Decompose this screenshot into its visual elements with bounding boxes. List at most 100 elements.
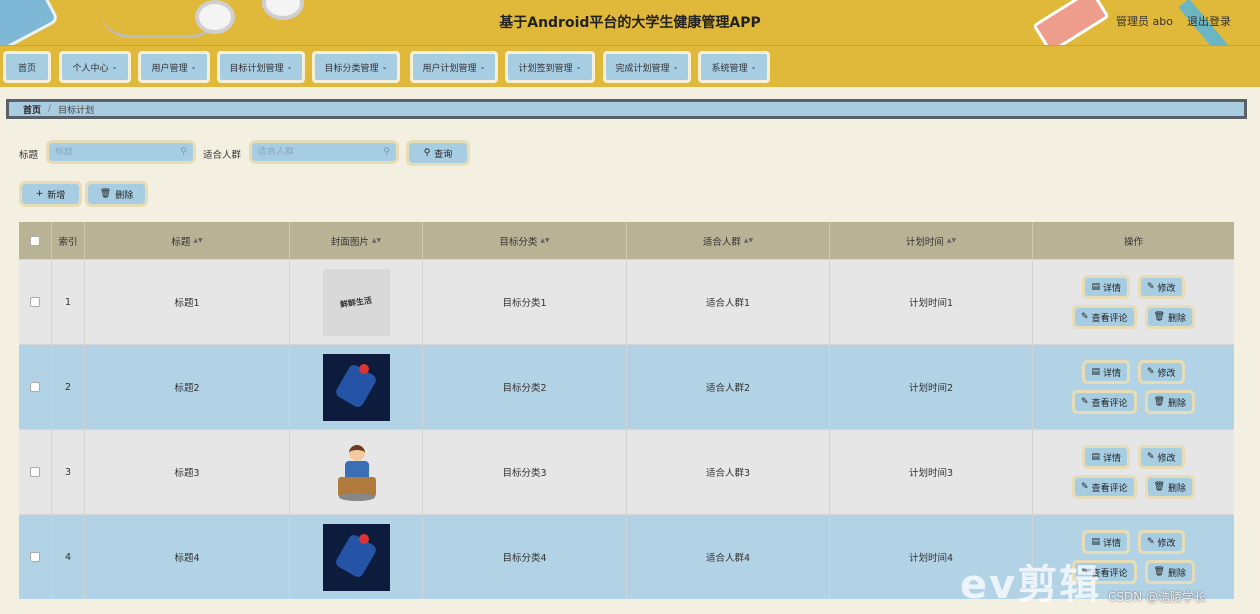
breadcrumb-current: 目标计划 (58, 105, 95, 116)
batch-delete-button[interactable]: 🗑 删除 (85, 181, 148, 207)
app-title: 基于Android平台的大学生健康管理APP (499, 15, 761, 31)
cell-index: 3 (52, 430, 85, 514)
breadcrumb: 首页 / 目标计划 (6, 99, 1247, 119)
header-actions: 操作 (1123, 236, 1143, 248)
header-category[interactable]: 目标分类 ▲▼ (423, 222, 627, 259)
view-comments-button[interactable]: ✎ 查看评论 (1071, 475, 1137, 499)
crowd-search-label: 适合人群 (203, 150, 242, 161)
detail-button[interactable]: ▤ 详情 (1082, 445, 1130, 469)
header-title[interactable]: 标题 ▲▼ (85, 222, 290, 259)
row-checkbox[interactable] (30, 297, 40, 307)
detail-button[interactable]: ▤ 详情 (1082, 275, 1130, 299)
table-row: 1 标题1 鲜鲜生活 目标分类1 适合人群1 计划时间1 ▤ 详情 ✎ 修改 ✎ 查看… (19, 259, 1234, 344)
cell-title: 标题2 (85, 345, 290, 429)
main-nav: 首页 个人中心 ⌄ 用户管理 ⌄ 目标计划管理 ⌄ 目标分类管理 ⌄ 用户计划管理 ⌄ 计… (0, 45, 1260, 87)
row-checkbox[interactable] (30, 552, 40, 562)
pencil-icon: ✎ (1146, 452, 1155, 462)
header-index: 索引 (52, 222, 85, 259)
table-row: 2 标题2 目标分类2 适合人群2 计划时间2 ▤ 详情 ✎ 修改 ✎ 查看评论 🗑 删… (19, 344, 1234, 429)
breadcrumb-separator: / (48, 104, 52, 114)
cell-crowd: 适合人群3 (627, 430, 830, 514)
header-crowd[interactable]: 适合人群 ▲▼ (627, 222, 830, 259)
header-time[interactable]: 计划时间 ▲▼ (830, 222, 1033, 259)
cell-index: 2 (52, 345, 85, 429)
chevron-down-icon: ⌄ (381, 63, 388, 71)
cell-time: 计划时间1 (830, 260, 1033, 344)
nav-item-goal-plan-management[interactable]: 目标计划管理 ⌄ (217, 51, 305, 83)
nav-item-completed-plan-management[interactable]: 完成计划管理 ⌄ (603, 51, 691, 83)
select-all-checkbox[interactable] (30, 235, 40, 246)
chevron-down-icon: ⌄ (672, 63, 679, 71)
nav-item-personal-center[interactable]: 个人中心 ⌄ (59, 51, 131, 83)
nav-item-system-management[interactable]: 系统管理 ⌄ (698, 51, 770, 83)
cell-category: 目标分类1 (423, 260, 627, 344)
chevron-down-icon: ⌄ (111, 63, 118, 71)
cover-image (323, 439, 390, 506)
goal-plan-table: 索引 标题 ▲▼ 封面图片 ▲▼ 目标分类 ▲▼ 适合人群 ▲▼ 计划时间 ▲▼ 操作 1… (19, 222, 1234, 599)
view-comments-button[interactable]: ✎ 查看评论 (1071, 390, 1137, 414)
title-search-input[interactable] (55, 147, 165, 157)
add-button[interactable]: + 新增 (19, 181, 82, 207)
edit-button[interactable]: ✎ 修改 (1137, 445, 1185, 469)
delete-button[interactable]: 🗑 删除 (1144, 560, 1195, 584)
chevron-down-icon: ⌄ (750, 63, 757, 71)
logout-link[interactable]: 退出登录 (1187, 13, 1231, 29)
delete-button[interactable]: 🗑 删除 (1144, 305, 1195, 329)
chevron-down-icon: ⌄ (190, 63, 197, 71)
nav-item-home[interactable]: 首页 (3, 51, 51, 83)
nav-item-user-plan-management[interactable]: 用户计划管理 ⌄ (410, 51, 498, 83)
chevron-down-icon: ⌄ (286, 63, 293, 71)
cell-category: 目标分类3 (423, 430, 627, 514)
app-header: 基于Android平台的大学生健康管理APP 管理员 abo 退出登录 (0, 0, 1260, 45)
sort-icon: ▲▼ (371, 237, 382, 244)
nav-item-goal-category-management[interactable]: 目标分类管理 ⌄ (312, 51, 400, 83)
trash-icon: 🗑 (1153, 397, 1165, 407)
sort-icon: ▲▼ (743, 237, 754, 244)
crowd-search-input[interactable] (258, 147, 368, 157)
detail-button[interactable]: ▤ 详情 (1082, 530, 1130, 554)
document-icon: ▤ (1091, 537, 1100, 547)
cell-title: 标题3 (85, 430, 290, 514)
edit-button[interactable]: ✎ 修改 (1137, 530, 1185, 554)
row-checkbox[interactable] (30, 382, 40, 392)
edit-button[interactable]: ✎ 修改 (1137, 275, 1185, 299)
table-row: 3 标题3 目标分类3 适合人群3 计划时间3 ▤ 详情 ✎ 修改 ✎ 查看评论 🗑 删… (19, 429, 1234, 514)
plus-icon: + (35, 189, 44, 199)
query-button[interactable]: ⚲ 查询 (406, 140, 470, 166)
delete-button[interactable]: 🗑 删除 (1144, 475, 1195, 499)
view-comments-button[interactable]: ✎ 查看评论 (1071, 305, 1137, 329)
document-icon: ▤ (1091, 282, 1100, 292)
cell-category: 目标分类4 (423, 515, 627, 599)
pencil-icon: ✎ (1080, 312, 1089, 322)
search-icon: ⚲ (180, 147, 187, 157)
cell-title: 标题4 (85, 515, 290, 599)
search-icon: ⚲ (423, 148, 431, 158)
edit-button[interactable]: ✎ 修改 (1137, 360, 1185, 384)
nav-item-user-management[interactable]: 用户管理 ⌄ (138, 51, 210, 83)
cell-index: 4 (52, 515, 85, 599)
detail-button[interactable]: ▤ 详情 (1082, 360, 1130, 384)
trash-icon: 🗑 (1153, 482, 1165, 492)
row-checkbox[interactable] (30, 467, 40, 477)
pencil-icon: ✎ (1080, 397, 1089, 407)
trash-icon: 🗑 (1153, 312, 1165, 322)
cell-category: 目标分类2 (423, 345, 627, 429)
cell-crowd: 适合人群1 (627, 260, 830, 344)
cell-time: 计划时间2 (830, 345, 1033, 429)
search-icon: ⚲ (383, 147, 390, 157)
cell-title: 标题1 (85, 260, 290, 344)
cover-image (322, 353, 390, 421)
header-cover[interactable]: 封面图片 ▲▼ (290, 222, 423, 259)
breadcrumb-home[interactable]: 首页 (23, 103, 41, 116)
sort-icon: ▲▼ (540, 237, 550, 244)
nav-item-plan-checkin-management[interactable]: 计划签到管理 ⌄ (505, 51, 595, 83)
cell-index: 1 (52, 260, 85, 344)
cell-crowd: 适合人群2 (627, 345, 830, 429)
table-header: 索引 标题 ▲▼ 封面图片 ▲▼ 目标分类 ▲▼ 适合人群 ▲▼ 计划时间 ▲▼ 操作 (19, 222, 1234, 259)
document-icon: ▤ (1091, 367, 1100, 377)
cover-image: 鲜鲜生活 (322, 268, 390, 336)
chevron-down-icon: ⌄ (575, 63, 582, 71)
csdn-watermark: CSDN @浩陵学长 (1108, 590, 1207, 604)
current-user: 管理员 abo (1116, 15, 1173, 28)
delete-button[interactable]: 🗑 删除 (1144, 390, 1195, 414)
